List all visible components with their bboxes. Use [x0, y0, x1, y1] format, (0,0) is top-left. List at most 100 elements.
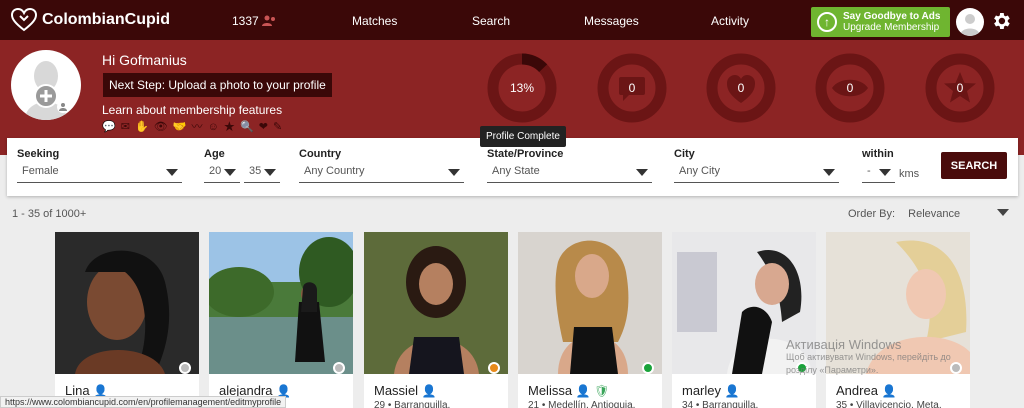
- within-value: -: [867, 165, 871, 177]
- profile-meta: 29 • Barranquilla,: [374, 400, 451, 408]
- person-icon: 👤: [724, 384, 740, 398]
- profile-photo[interactable]: [364, 232, 508, 374]
- profile-meta: 34 • Barranquilla,: [682, 400, 759, 408]
- watermark-line1: Активація Windows: [786, 337, 902, 352]
- learn-membership-link[interactable]: Learn about membership features: [102, 103, 282, 117]
- profile-photo[interactable]: [518, 232, 662, 374]
- profile-name: Melissa 👤 🛡: [528, 383, 610, 398]
- state-field[interactable]: State/Province Any State: [487, 148, 652, 183]
- favorites-stat[interactable]: 0: [925, 53, 995, 123]
- seeking-field[interactable]: Seeking Female: [17, 148, 182, 183]
- chevron-down-icon: [823, 169, 835, 176]
- profile-photo-placeholder[interactable]: [11, 50, 81, 120]
- logo[interactable]: ColombianCupid: [10, 8, 170, 32]
- chevron-down-icon: [166, 169, 178, 176]
- upgrade-line2: Upgrade Membership: [843, 22, 940, 33]
- within-field[interactable]: within - kms: [862, 148, 922, 183]
- state-select[interactable]: Any State: [487, 165, 652, 183]
- age-label: Age: [204, 148, 225, 160]
- profile-complete-tooltip: Profile Complete: [480, 126, 566, 147]
- browser-status-url: https://www.colombiancupid.com/en/profil…: [0, 396, 287, 408]
- city-value: Any City: [679, 165, 720, 177]
- person-icon: 👤: [575, 384, 591, 398]
- online-status-dot: [950, 362, 962, 374]
- profile-card[interactable]: Andrea 👤 35 • Villavicencio, Meta,: [826, 232, 970, 408]
- city-field[interactable]: City Any City: [674, 148, 839, 183]
- online-count-value: 1337: [232, 14, 259, 28]
- within-label: within: [862, 148, 894, 160]
- nav-search[interactable]: Search: [472, 14, 510, 28]
- nav-activity[interactable]: Activity: [711, 14, 749, 28]
- profile-photo-image: [55, 232, 199, 374]
- person-icon: 👤: [421, 384, 437, 398]
- profile-photo[interactable]: [209, 232, 353, 374]
- country-label: Country: [299, 148, 342, 160]
- results-count: 1 - 35 of 1000+: [12, 208, 87, 220]
- seeking-label: Seeking: [17, 148, 60, 160]
- brand-name: ColombianCupid: [42, 11, 170, 28]
- online-status-dot: [333, 362, 345, 374]
- chevron-down-icon: [224, 169, 236, 176]
- online-status-dot: [488, 362, 500, 374]
- age-max-select[interactable]: 35: [244, 165, 280, 183]
- person-icon: 👤: [881, 384, 897, 398]
- profile-name: Massiel 👤: [374, 383, 437, 398]
- profile-complete-value: 13%: [509, 81, 535, 95]
- user-avatar[interactable]: [956, 8, 984, 36]
- nav-messages[interactable]: Messages: [584, 14, 639, 28]
- arrow-up-icon: ↑: [817, 12, 837, 32]
- membership-feature-icons: 💬 ✉ ✋ 👁 🤝 〰 ☺ ★ 🔍 ❤ ✎: [102, 121, 284, 133]
- chevron-down-icon[interactable]: [997, 209, 1009, 216]
- profile-card[interactable]: marley 👤 34 • Barranquilla,: [672, 232, 816, 408]
- profile-card[interactable]: Lina 👤: [55, 232, 199, 408]
- nav-matches[interactable]: Matches: [352, 14, 397, 28]
- online-status-dot: [642, 362, 654, 374]
- verified-shield-icon: 🛡: [594, 384, 610, 398]
- gear-icon[interactable]: [990, 10, 1012, 32]
- profile-photo-image: [209, 232, 353, 374]
- profile-card[interactable]: Melissa 👤 🛡 21 • Medellín, Antioquia,: [518, 232, 662, 408]
- top-navigation-bar: ColombianCupid 1337 Matches Search Messa…: [0, 0, 1024, 40]
- profile-meta: 21 • Medellín, Antioquia,: [528, 400, 636, 408]
- age-field[interactable]: Age 20 35: [204, 148, 282, 183]
- views-stat[interactable]: 0: [815, 53, 885, 123]
- search-button[interactable]: SEARCH: [941, 152, 1007, 179]
- order-by[interactable]: Order By: Relevance: [848, 208, 960, 220]
- age-max-value: 35: [249, 165, 262, 177]
- profile-meta: 35 • Villavicencio, Meta,: [836, 400, 942, 408]
- profile-photo-image: [364, 232, 508, 374]
- seeking-value: Female: [22, 165, 59, 177]
- chevron-down-icon: [448, 169, 460, 176]
- online-count[interactable]: 1337: [232, 14, 276, 28]
- greeting: Hi Gofmanius: [102, 52, 187, 68]
- likes-stat[interactable]: 0: [706, 53, 776, 123]
- chevron-down-icon: [879, 169, 891, 176]
- profile-complete-ring[interactable]: 13%: [487, 53, 557, 123]
- users-icon: [262, 15, 276, 26]
- avatar-silhouette-icon: [960, 14, 980, 36]
- next-step-upload-photo[interactable]: Next Step: Upload a photo to your profil…: [103, 73, 332, 97]
- country-select[interactable]: Any Country: [299, 165, 464, 183]
- messages-stat[interactable]: 0: [597, 53, 667, 123]
- profile-card[interactable]: Massiel 👤 29 • Barranquilla,: [364, 232, 508, 408]
- profile-photo[interactable]: [55, 232, 199, 374]
- messages-count: 0: [628, 81, 636, 95]
- order-by-label: Order By:: [848, 208, 896, 220]
- seeking-select[interactable]: Female: [17, 165, 182, 183]
- favorites-count: 0: [956, 81, 964, 95]
- views-count: 0: [846, 81, 854, 95]
- city-select[interactable]: Any City: [674, 165, 839, 183]
- age-min-select[interactable]: 20: [204, 165, 240, 183]
- windows-activation-watermark: Активація Windows Щоб активувати Windows…: [786, 338, 951, 377]
- state-value: Any State: [492, 165, 540, 177]
- city-label: City: [674, 148, 695, 160]
- country-field[interactable]: Country Any Country: [299, 148, 464, 183]
- within-select[interactable]: -: [862, 165, 895, 183]
- profile-name: Andrea 👤: [836, 383, 897, 398]
- within-unit: kms: [899, 168, 920, 180]
- profile-card[interactable]: alejandra 👤: [209, 232, 353, 408]
- watermark-line3: розділу «Параметри».: [786, 365, 879, 375]
- upgrade-membership-button[interactable]: ↑ Say Goodbye to Ads Upgrade Membership: [811, 7, 950, 37]
- profile-name: marley 👤: [682, 383, 740, 398]
- watermark-line2: Щоб активувати Windows, перейдіть до: [786, 352, 951, 362]
